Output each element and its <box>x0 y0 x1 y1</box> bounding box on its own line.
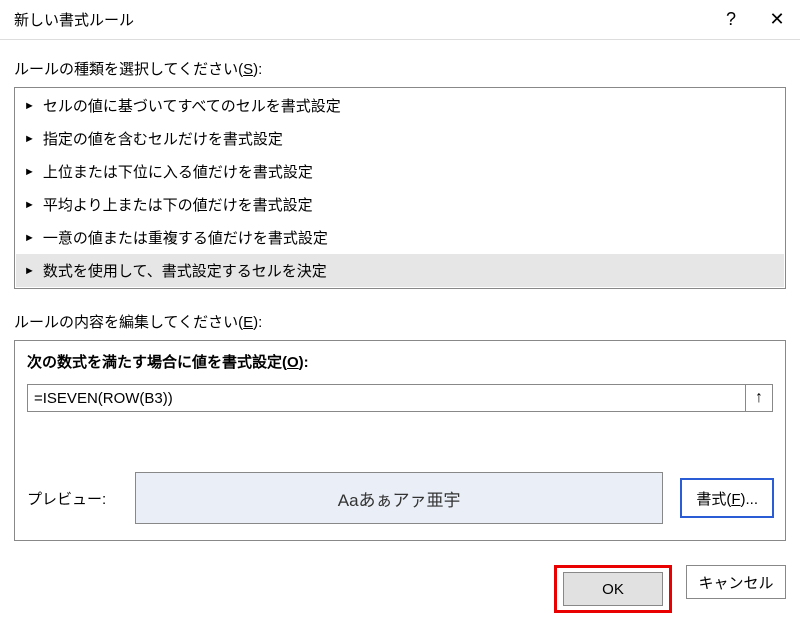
rule-type-item[interactable]: ► セルの値に基づいてすべてのセルを書式設定 <box>16 89 784 122</box>
collapse-dialog-button[interactable]: ↑ <box>745 384 773 412</box>
formula-input[interactable] <box>27 384 745 412</box>
arrow-icon: ► <box>24 100 35 112</box>
preview-box: Aaあぁアァ亜宇 <box>135 472 663 524</box>
preview-row: プレビュー: Aaあぁアァ亜宇 書式(F)... <box>27 472 773 524</box>
rule-type-item[interactable]: ► 数式を使用して、書式設定するセルを決定 <box>16 254 784 287</box>
rule-type-item-label: セルの値に基づいてすべてのセルを書式設定 <box>43 95 341 116</box>
format-button[interactable]: 書式(F)... <box>681 479 773 517</box>
close-button[interactable]: ✕ <box>754 0 800 40</box>
dialog-title: 新しい書式ルール <box>14 9 708 30</box>
rule-type-item-label: 一意の値または重複する値だけを書式設定 <box>43 227 328 248</box>
up-arrow-icon: ↑ <box>755 389 763 407</box>
arrow-icon: ► <box>24 232 35 244</box>
rule-type-item-label: 数式を使用して、書式設定するセルを決定 <box>43 260 327 281</box>
formula-row: ↑ <box>27 384 773 412</box>
arrow-icon: ► <box>24 133 35 145</box>
ok-button[interactable]: OK <box>563 572 663 606</box>
rule-type-label: ルールの種類を選択してください(S): <box>14 58 786 79</box>
rule-type-item[interactable]: ► 指定の値を含むセルだけを書式設定 <box>16 122 784 155</box>
rule-type-item[interactable]: ► 平均より上または下の値だけを書式設定 <box>16 188 784 221</box>
arrow-icon: ► <box>24 199 35 211</box>
rule-type-item-label: 上位または下位に入る値だけを書式設定 <box>43 161 313 182</box>
arrow-icon: ► <box>24 166 35 178</box>
dialog-content: ルールの種類を選択してください(S): ► セルの値に基づいてすべてのセルを書式設… <box>0 40 800 551</box>
cancel-button[interactable]: キャンセル <box>686 565 786 599</box>
rule-type-item-label: 平均より上または下の値だけを書式設定 <box>43 194 313 215</box>
dialog-buttons: OK キャンセル <box>0 551 800 627</box>
rule-type-item-label: 指定の値を含むセルだけを書式設定 <box>43 128 283 149</box>
rule-edit-box: 次の数式を満たす場合に値を書式設定(O): ↑ プレビュー: Aaあぁアァ亜宇 … <box>14 340 786 541</box>
formula-prompt: 次の数式を満たす場合に値を書式設定(O): <box>27 351 773 372</box>
arrow-icon: ► <box>24 265 35 277</box>
rule-type-list[interactable]: ► セルの値に基づいてすべてのセルを書式設定 ► 指定の値を含むセルだけを書式設定 ► 上… <box>14 87 786 289</box>
rule-type-item[interactable]: ► 上位または下位に入る値だけを書式設定 <box>16 155 784 188</box>
help-button[interactable]: ? <box>708 0 754 40</box>
titlebar: 新しい書式ルール ? ✕ <box>0 0 800 40</box>
ok-highlight: OK <box>554 565 672 613</box>
rule-type-item[interactable]: ► 一意の値または重複する値だけを書式設定 <box>16 221 784 254</box>
rule-edit-label: ルールの内容を編集してください(E): <box>14 311 786 332</box>
preview-label: プレビュー: <box>27 488 117 509</box>
